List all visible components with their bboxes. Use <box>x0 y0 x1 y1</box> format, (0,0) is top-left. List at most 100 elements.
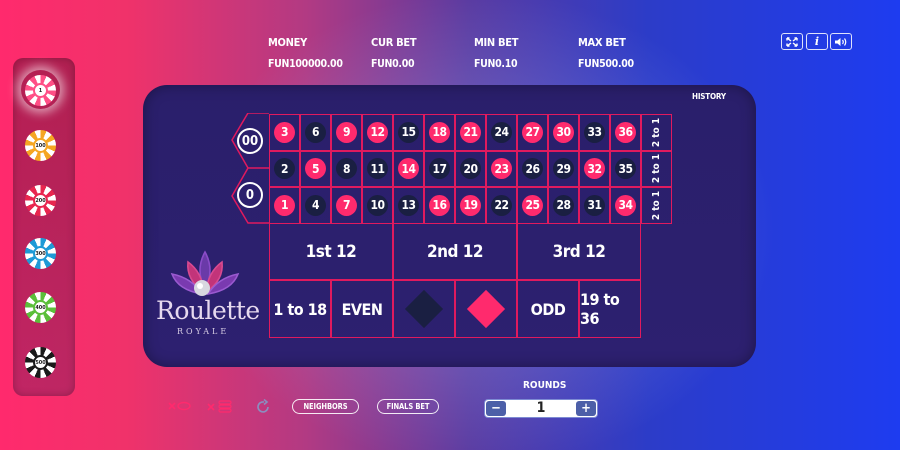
number-bet-34[interactable]: 34 <box>610 187 641 224</box>
number-label: 16 <box>429 194 450 216</box>
logo-subtitle: ROYALE <box>177 327 230 336</box>
neighbors-button[interactable]: NEIGHBORS <box>292 399 359 414</box>
number-bet-17[interactable]: 17 <box>424 150 455 187</box>
number-label: 10 <box>367 194 388 216</box>
number-bet-33[interactable]: 33 <box>579 114 610 151</box>
number-bet-9[interactable]: 9 <box>331 114 362 151</box>
number-bet-1[interactable]: 1 <box>269 187 300 224</box>
number-bet-30[interactable]: 30 <box>548 114 579 151</box>
bet-19-to-36[interactable]: 19 to 36 <box>579 280 641 338</box>
number-bet-28[interactable]: 28 <box>548 187 579 224</box>
number-label: 4 <box>305 194 326 216</box>
cur-bet-label: CUR BET <box>371 36 417 49</box>
number-bet-23[interactable]: 23 <box>486 150 517 187</box>
column-bet-3[interactable]: 2 to 1 <box>641 114 672 151</box>
number-bet-11[interactable]: 11 <box>362 150 393 187</box>
number-label: 36 <box>615 121 636 143</box>
number-bet-3[interactable]: 3 <box>269 114 300 151</box>
number-bet-12[interactable]: 12 <box>362 114 393 151</box>
chip-100[interactable]: 100 <box>25 130 56 161</box>
double-zero-label: 00 <box>237 128 263 154</box>
number-label: 12 <box>367 121 388 143</box>
number-bet-20[interactable]: 20 <box>455 150 486 187</box>
number-label: 29 <box>553 158 574 180</box>
chip-300-label: 300 <box>33 246 48 261</box>
rounds-plus-button[interactable]: + <box>576 401 596 416</box>
number-label: 20 <box>460 158 481 180</box>
bet-black[interactable] <box>393 280 455 338</box>
logo-title: Roulette <box>156 296 260 325</box>
column-bet-2[interactable]: 2 to 1 <box>641 150 672 187</box>
black-diamond-icon <box>404 289 444 329</box>
number-bet-4[interactable]: 4 <box>300 187 331 224</box>
zero-bet[interactable]: 0 <box>232 176 268 214</box>
chip-200[interactable]: 200 <box>25 185 56 216</box>
number-bet-2[interactable]: 2 <box>269 150 300 187</box>
chip-500[interactable]: 500 <box>25 347 56 378</box>
bet-red[interactable] <box>455 280 517 338</box>
number-label: 25 <box>522 194 543 216</box>
rounds-value[interactable]: 1 <box>507 400 575 417</box>
bet-even[interactable]: EVEN <box>331 280 393 338</box>
number-label: 11 <box>367 158 388 180</box>
rounds-label: ROUNDS <box>523 380 567 391</box>
number-bet-15[interactable]: 15 <box>393 114 424 151</box>
number-bet-6[interactable]: 6 <box>300 114 331 151</box>
bet-1-to-18[interactable]: 1 to 18 <box>269 280 331 338</box>
number-label: 5 <box>305 158 326 180</box>
bet-odd[interactable]: ODD <box>517 280 579 338</box>
number-label: 15 <box>398 121 419 143</box>
max-bet-value: FUN500.00 <box>578 58 634 70</box>
number-bet-5[interactable]: 5 <box>300 150 331 187</box>
chip-100-label: 100 <box>33 138 48 153</box>
chip-300[interactable]: 300 <box>25 238 56 269</box>
clear-all-button[interactable] <box>207 399 235 418</box>
number-bet-10[interactable]: 10 <box>362 187 393 224</box>
double-zero-bet[interactable]: 00 <box>232 122 268 160</box>
min-bet-stat: MIN BET FUN0.10 <box>474 36 519 70</box>
number-bet-29[interactable]: 29 <box>548 150 579 187</box>
column-bet-label: 2 to 1 <box>651 154 663 184</box>
number-bet-22[interactable]: 22 <box>486 187 517 224</box>
number-bet-24[interactable]: 24 <box>486 114 517 151</box>
sound-button[interactable] <box>830 33 852 50</box>
number-bet-13[interactable]: 13 <box>393 187 424 224</box>
info-button[interactable]: i <box>806 33 828 50</box>
number-bet-32[interactable]: 32 <box>579 150 610 187</box>
clear-bets-button[interactable] <box>168 399 192 416</box>
rounds-minus-button[interactable]: − <box>486 401 506 416</box>
number-bet-26[interactable]: 26 <box>517 150 548 187</box>
undo-button[interactable] <box>255 398 271 418</box>
chip-400[interactable]: 400 <box>25 292 56 323</box>
fullscreen-button[interactable] <box>781 33 803 50</box>
column-bet-1[interactable]: 2 to 1 <box>641 187 672 224</box>
number-label: 32 <box>584 158 605 180</box>
dozen-3rd-12[interactable]: 3rd 12 <box>517 223 641 280</box>
number-label: 8 <box>336 158 357 180</box>
chip-1[interactable]: 1 <box>25 75 56 106</box>
dozen-1st-12[interactable]: 1st 12 <box>269 223 393 280</box>
number-bet-27[interactable]: 27 <box>517 114 548 151</box>
number-bet-21[interactable]: 21 <box>455 114 486 151</box>
number-bet-35[interactable]: 35 <box>610 150 641 187</box>
number-bet-25[interactable]: 25 <box>517 187 548 224</box>
number-bet-36[interactable]: 36 <box>610 114 641 151</box>
number-bet-16[interactable]: 16 <box>424 187 455 224</box>
red-diamond-icon <box>466 289 506 329</box>
number-bet-18[interactable]: 18 <box>424 114 455 151</box>
number-bet-31[interactable]: 31 <box>579 187 610 224</box>
number-bet-8[interactable]: 8 <box>331 150 362 187</box>
fullscreen-icon <box>786 36 798 47</box>
money-value: FUN100000.00 <box>268 58 343 70</box>
money-stat: MONEY FUN100000.00 <box>268 36 343 70</box>
history-button[interactable]: HISTORY <box>692 92 726 101</box>
finals-bet-button[interactable]: FINALS BET <box>377 399 439 414</box>
money-label: MONEY <box>268 36 307 49</box>
clear-bets-icon <box>168 401 191 411</box>
number-bet-14[interactable]: 14 <box>393 150 424 187</box>
dozen-2nd-12[interactable]: 2nd 12 <box>393 223 517 280</box>
zero-label: 0 <box>237 182 263 208</box>
number-label: 31 <box>584 194 605 216</box>
number-bet-19[interactable]: 19 <box>455 187 486 224</box>
number-bet-7[interactable]: 7 <box>331 187 362 224</box>
